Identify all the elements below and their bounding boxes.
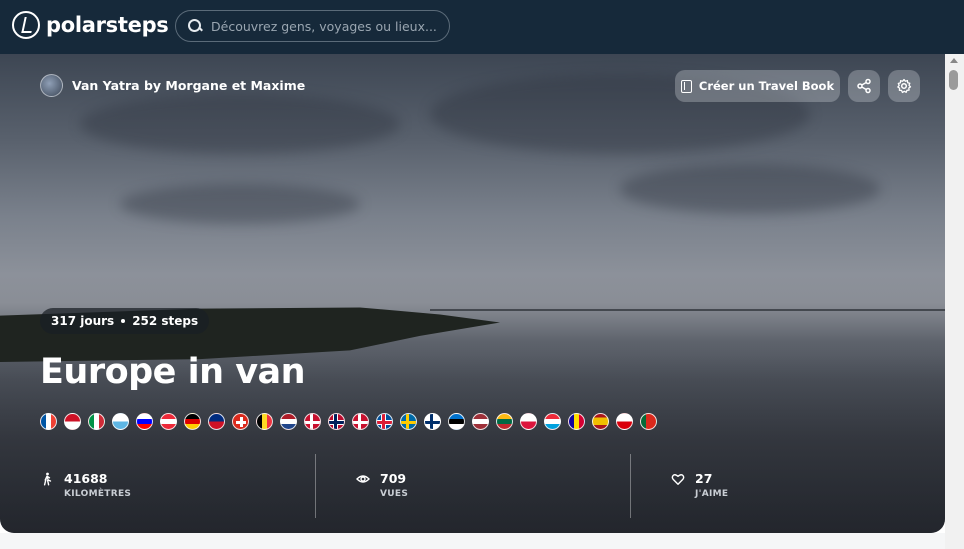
flag-denmark-2-icon	[352, 413, 369, 430]
flag-andorra-icon	[568, 413, 585, 430]
country-flags	[40, 413, 657, 430]
top-navigation-bar: polarsteps	[0, 0, 964, 54]
share-icon	[857, 78, 871, 94]
book-icon	[680, 79, 692, 93]
stat-distance-value: 41688	[64, 471, 108, 486]
trip-steps: 252 steps	[132, 314, 199, 328]
page-content-start	[0, 533, 945, 549]
flag-san-marino-icon	[112, 413, 129, 430]
stat-likes-value: 27	[695, 471, 713, 486]
search-bar[interactable]	[175, 10, 450, 42]
flag-france-icon	[40, 413, 57, 430]
stat-distance-label: KILOMÈTRES	[64, 489, 132, 499]
gear-icon	[897, 78, 912, 94]
scroll-up-arrow[interactable]	[950, 58, 958, 63]
trip-cover: Van Yatra by Morgane et Maxime Créer un …	[0, 54, 945, 533]
flag-austria-icon	[160, 413, 177, 430]
avatar[interactable]	[40, 74, 63, 97]
search-input[interactable]	[211, 18, 441, 34]
stat-likes[interactable]: 27 J'AIME	[630, 454, 945, 518]
stat-distance: 41688 KILOMÈTRES	[0, 454, 315, 518]
owner-name[interactable]: Van Yatra by Morgane et Maxime	[72, 78, 305, 93]
trip-title: Europe in van	[40, 352, 306, 392]
trip-stats: 41688 KILOMÈTRES 709 VUES 27 J'AIME	[0, 454, 945, 518]
flag-netherlands-icon	[280, 413, 297, 430]
flag-spain-icon	[592, 413, 609, 430]
trip-owner[interactable]: Van Yatra by Morgane et Maxime	[40, 74, 305, 97]
flag-latvia-icon	[472, 413, 489, 430]
trip-duration-badge: 317 jours 252 steps	[40, 308, 210, 334]
flag-belgium-icon	[256, 413, 273, 430]
flag-slovenia-icon	[136, 413, 153, 430]
create-travel-book-button[interactable]: Créer un Travel Book	[675, 70, 840, 102]
flag-switzerland-icon	[232, 413, 249, 430]
share-button[interactable]	[848, 70, 880, 102]
flag-sweden-icon	[400, 413, 417, 430]
flag-estonia-icon	[448, 413, 465, 430]
flag-lithuania-icon	[496, 413, 513, 430]
settings-button[interactable]	[888, 70, 920, 102]
flag-norway-icon	[328, 413, 345, 430]
trip-days: 317 jours	[51, 314, 115, 328]
flag-portugal-icon	[640, 413, 657, 430]
eye-icon	[356, 475, 370, 483]
flag-liechtenstein-icon	[208, 413, 225, 430]
flag-germany-icon	[184, 413, 201, 430]
create-travel-book-label: Créer un Travel Book	[698, 79, 835, 93]
stat-views: 709 VUES	[315, 454, 630, 518]
stat-likes-label: J'AIME	[695, 489, 729, 499]
stat-views-value: 709	[380, 471, 407, 486]
flag-luxembourg-icon	[544, 413, 561, 430]
heart-icon[interactable]	[671, 472, 685, 486]
trip-actions: Créer un Travel Book	[675, 70, 920, 102]
flag-poland-icon	[520, 413, 537, 430]
flag-iceland-icon	[376, 413, 393, 430]
flag-italy-icon	[88, 413, 105, 430]
separator-dot	[121, 319, 126, 323]
polarsteps-logo-icon	[12, 11, 40, 39]
page-scrollbar[interactable]	[945, 54, 964, 549]
brand-name: polarsteps	[46, 13, 169, 37]
flag-monaco-icon	[64, 413, 81, 430]
flag-gibraltar-icon	[616, 413, 633, 430]
walking-icon	[43, 472, 52, 486]
polarsteps-logo[interactable]: polarsteps	[12, 11, 169, 39]
flag-finland-icon	[424, 413, 441, 430]
search-icon	[188, 19, 202, 33]
stat-views-label: VUES	[380, 489, 409, 499]
flag-denmark-icon	[304, 413, 321, 430]
scroll-thumb[interactable]	[949, 70, 958, 90]
